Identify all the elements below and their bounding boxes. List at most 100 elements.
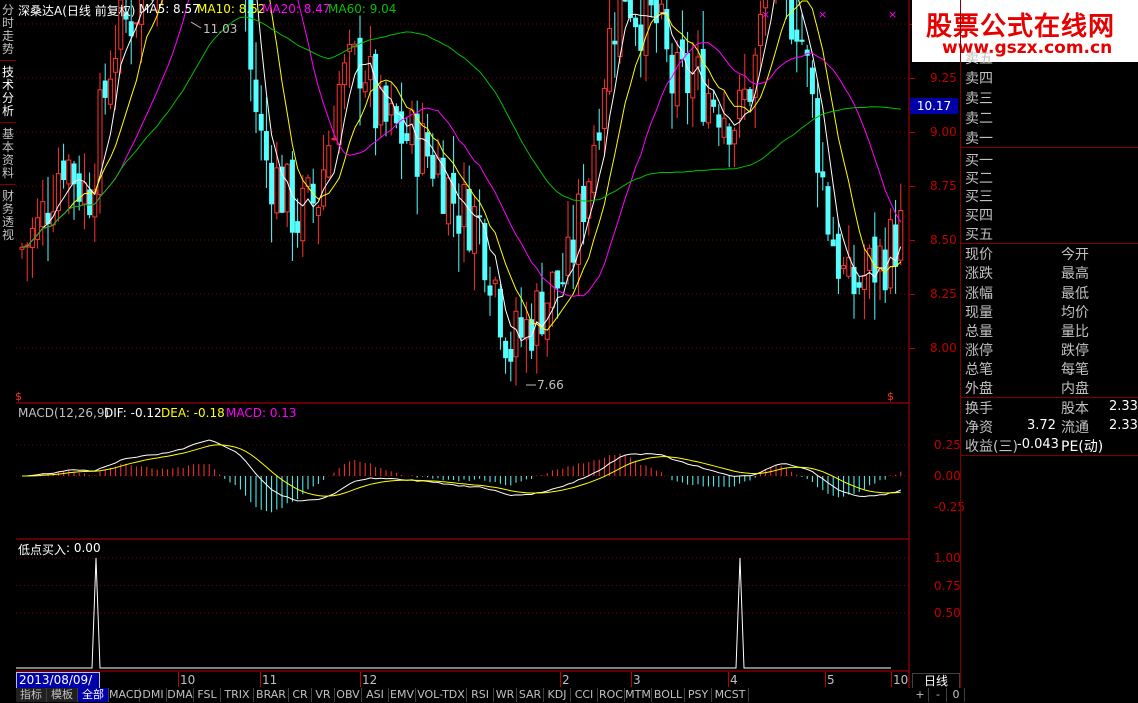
candle-down <box>263 131 269 161</box>
time-tick-label: 10 <box>893 673 909 687</box>
candle-up <box>300 187 306 242</box>
indicator-tab-dmi[interactable]: DMI <box>140 688 167 702</box>
candle-up <box>378 87 384 126</box>
indicator-tab-asi[interactable]: ASI <box>362 688 389 702</box>
zoom-reset-button[interactable]: 0 <box>948 688 965 702</box>
indicator-tab-rsi[interactable]: RSI <box>467 688 494 702</box>
price-tick-label: 8.50 <box>930 233 957 247</box>
candle-down <box>404 133 410 142</box>
candle-up <box>898 209 904 261</box>
time-tick-mark <box>560 672 561 687</box>
candle-down <box>612 40 618 45</box>
event-marker: × <box>761 8 770 21</box>
candle-down <box>560 282 566 285</box>
time-tick-mark <box>728 672 729 687</box>
period-label[interactable]: 日线 <box>912 673 960 689</box>
candle-up <box>742 88 748 100</box>
indicator-tab-obv[interactable]: OBV <box>335 688 362 702</box>
macd-dif-line <box>21 439 901 502</box>
candle-down <box>357 37 363 89</box>
indicator-tab-指标[interactable]: 指标 <box>16 688 47 702</box>
candle-up <box>29 227 35 248</box>
indicator-tab-boll[interactable]: BOLL <box>652 688 685 702</box>
candle-down <box>102 80 108 98</box>
tab-technical-analysis[interactable]: 技术分析 <box>0 66 16 118</box>
indicator-tab-trix[interactable]: TRIX <box>221 688 254 702</box>
candle-up <box>861 275 867 290</box>
indicator-tick-label: 1.00 <box>934 551 961 565</box>
kline-chart-canvas[interactable]: × × × $ $ <box>16 0 910 688</box>
indicator-tab-fsl[interactable]: FSL <box>194 688 221 702</box>
tab-intraday[interactable]: 分时走势 <box>0 4 16 56</box>
candle-up <box>326 145 332 178</box>
eps-value: -0.043 <box>1017 437 1059 452</box>
candle-down <box>425 132 431 157</box>
candle-up <box>331 138 337 141</box>
candle-up <box>841 264 847 270</box>
candle-down <box>648 0 654 6</box>
candle-down <box>487 285 493 296</box>
candle-up <box>315 206 321 216</box>
indicator-tab-roc[interactable]: ROC <box>598 688 625 702</box>
candle-down <box>830 239 836 247</box>
quote-total-trades-label: 总笔 <box>965 362 993 378</box>
candle-down <box>581 185 587 223</box>
candle-up <box>388 103 394 116</box>
indicator-tab-mcst[interactable]: MCST <box>712 688 749 702</box>
quote-avg-label: 均价 <box>1061 305 1089 321</box>
indicator-tab-psy[interactable]: PSY <box>685 688 712 702</box>
ma5-legend: MA5: 8.57 <box>139 2 200 16</box>
candle-up <box>887 219 893 289</box>
indicator-tab-macd[interactable]: MACD <box>109 688 142 702</box>
candle-up <box>607 28 613 92</box>
order-buy1-label: 买一 <box>965 153 993 169</box>
candle-down <box>726 126 732 145</box>
zoom-out-button[interactable]: - <box>930 688 947 702</box>
candle-up <box>341 62 347 86</box>
macd-tick-label: 0.25 <box>934 438 961 452</box>
macd-value-legend: MACD: 0.13 <box>226 406 297 420</box>
time-tick-label: 5 <box>827 673 835 687</box>
indicator-tab-模板[interactable]: 模板 <box>47 688 78 702</box>
indicator-tab-vr[interactable]: VR <box>312 688 335 702</box>
event-marker: × <box>818 8 827 21</box>
indicator-tab-kdj[interactable]: KDJ <box>544 688 571 702</box>
quote-limit-down-label: 跌停 <box>1061 343 1089 359</box>
price-tick-mark <box>910 186 915 187</box>
candle-up <box>731 129 737 145</box>
indicator-tab-cci[interactable]: CCI <box>571 688 598 702</box>
left-vertical-tabs: 分时走势 技术分析 基本资料 财务透视 <box>0 0 16 250</box>
quote-change-label: 涨跌 <box>965 266 993 282</box>
indicator-tab-brar[interactable]: BRAR <box>254 688 289 702</box>
indicator-tab-wr[interactable]: WR <box>494 688 517 702</box>
quote-vol-ratio-label: 量比 <box>1061 324 1089 340</box>
tab-financials[interactable]: 财务透视 <box>0 190 16 242</box>
candle-up <box>113 57 119 73</box>
order-buy3-label: 买三 <box>965 189 993 205</box>
candle-up <box>274 167 280 214</box>
indicator-tab-cr[interactable]: CR <box>289 688 312 702</box>
time-tick-mark <box>360 672 361 687</box>
ma20-legend: MA20: 8.47 <box>262 2 331 16</box>
candle-up <box>362 82 368 93</box>
indicator-tab-emv[interactable]: EMV <box>389 688 416 702</box>
tab-fundamentals[interactable]: 基本资料 <box>0 128 16 180</box>
order-sell5-label: 卖五 <box>965 51 993 67</box>
indicator-tab-dma[interactable]: DMA <box>167 688 194 702</box>
indicator-tab-vol-tdx[interactable]: VOL-TDX <box>416 688 467 702</box>
price-tick-mark <box>910 132 915 133</box>
zoom-in-button[interactable]: + <box>912 688 929 702</box>
indicator-tab-全部[interactable]: 全部 <box>78 688 109 702</box>
order-sell1-label: 卖一 <box>965 131 993 147</box>
candle-up <box>419 123 425 174</box>
high-price-annotation: 11.03 <box>203 22 238 36</box>
candle-up <box>492 279 498 285</box>
indicator-tick-label: 0.75 <box>934 578 961 593</box>
indicator-tab-sar[interactable]: SAR <box>517 688 544 702</box>
quote-limit-up-label: 涨停 <box>965 343 993 359</box>
indicator-legend-value: : 0.00 <box>66 541 101 555</box>
candle-up <box>674 52 680 107</box>
event-marker: × <box>888 8 897 21</box>
indicator-tab-mtm[interactable]: MTM <box>625 688 652 702</box>
tab-divider <box>0 122 16 123</box>
